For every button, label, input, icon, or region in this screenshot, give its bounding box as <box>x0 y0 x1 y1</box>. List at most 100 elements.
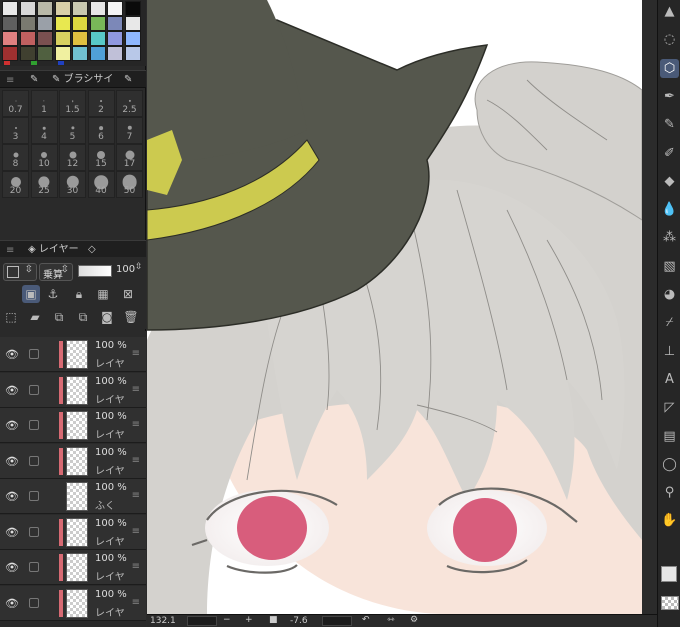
brush-size-cell[interactable]: 30 <box>59 171 86 198</box>
chevron-updown-icon[interactable]: ⇳ <box>135 262 143 272</box>
color-swatch[interactable] <box>37 1 53 16</box>
color-swatch[interactable] <box>19 16 36 31</box>
color-swatch[interactable] <box>54 16 71 31</box>
layer-checkbox[interactable] <box>29 491 39 501</box>
grip-icon[interactable]: ≡ <box>6 75 14 86</box>
zoom-in-icon[interactable]: + <box>245 615 253 625</box>
brush-size-cell[interactable]: 25 <box>30 171 58 198</box>
flip-icon[interactable]: ⇿ <box>387 615 395 625</box>
eye-icon[interactable]: 👁︎ <box>5 419 19 432</box>
layer-row[interactable]: 👁︎ 100 % レイヤ ≡ <box>0 337 146 372</box>
gradient-icon[interactable]: ▧ <box>660 257 679 276</box>
color-swatch[interactable] <box>107 1 123 16</box>
eyedropper-icon[interactable]: ⌿ <box>660 313 679 332</box>
eye-icon[interactable]: 👁︎ <box>5 490 19 503</box>
color-swatch[interactable] <box>107 16 123 31</box>
brush-size-cell[interactable]: 40 <box>87 171 115 198</box>
brush-size-cell[interactable]: 6 <box>87 117 115 144</box>
brush-size-cell[interactable]: 50 <box>116 171 143 198</box>
color-swatch[interactable] <box>54 46 71 61</box>
blend-mode-select[interactable]: 乗算 ⇳ <box>39 263 73 281</box>
eye-icon[interactable]: 👁︎ <box>5 561 19 574</box>
rotation-value[interactable]: -7.6 <box>290 616 308 626</box>
mask-icon[interactable]: ⊠ <box>119 285 137 303</box>
pencil-icon[interactable]: ✎ <box>660 115 679 134</box>
brush-icon[interactable]: ✐ <box>660 144 679 163</box>
color-swatch[interactable] <box>124 46 141 61</box>
color-swatch[interactable] <box>37 16 53 31</box>
brush-size-cell[interactable]: 10 <box>30 144 58 171</box>
layer-checkbox[interactable] <box>29 384 39 395</box>
color-swatch[interactable] <box>19 46 36 61</box>
brush-size-cell[interactable]: 5 <box>59 117 86 144</box>
eye-icon[interactable]: 👁︎ <box>5 597 19 610</box>
trash-icon[interactable]: 🗑︎ <box>122 308 140 326</box>
brush-size-cell[interactable]: 1.5 <box>59 90 86 117</box>
brush-size-cell[interactable]: 4 <box>30 117 58 144</box>
clip-to-layer-icon[interactable]: ▣ <box>22 285 40 303</box>
color-swatch[interactable] <box>37 31 53 46</box>
layer-checkbox[interactable] <box>29 597 39 608</box>
layer-menu-icon[interactable]: ≡ <box>132 384 140 395</box>
color-swatch[interactable] <box>72 31 88 46</box>
layer-checkbox[interactable] <box>29 526 39 537</box>
panel-menu-icon[interactable]: ✎ <box>124 72 132 88</box>
eye-icon[interactable]: 👁︎ <box>5 526 19 539</box>
balloon-icon[interactable]: ◯ <box>660 455 679 474</box>
canvas[interactable] <box>147 0 642 614</box>
layer-menu-icon[interactable]: ≡ <box>132 455 140 466</box>
fit-icon[interactable]: ■ <box>269 615 278 625</box>
reference-layer-icon[interactable]: ⚓ <box>44 285 62 303</box>
color-swatch[interactable] <box>54 1 71 16</box>
grip-icon[interactable]: ≡ <box>6 245 14 256</box>
layer-menu-icon[interactable]: ≡ <box>132 419 140 430</box>
layer-menu-icon[interactable]: ≡ <box>132 526 140 537</box>
cursor-icon[interactable]: ▲ <box>660 2 679 21</box>
layer-row[interactable]: 👁︎ 100 % ふく ≡ <box>0 479 146 514</box>
new-folder-icon[interactable]: ▰ <box>26 308 44 326</box>
brush-size-cell[interactable]: 15 <box>87 144 115 171</box>
color-swatch[interactable] <box>89 46 106 61</box>
layer-checkbox[interactable] <box>29 455 39 466</box>
color-swatch[interactable] <box>72 16 88 31</box>
zoom-slider[interactable] <box>187 616 217 626</box>
color-swatch[interactable] <box>2 16 18 31</box>
layer-property-tab-icon[interactable]: ◇ <box>88 242 96 258</box>
settings-icon[interactable]: ⚙ <box>410 615 418 625</box>
color-swatch[interactable] <box>89 31 106 46</box>
layer-menu-icon[interactable]: ≡ <box>132 597 140 608</box>
hand-icon[interactable]: ✋ <box>660 511 679 530</box>
brush-size-cell[interactable]: 17 <box>116 144 143 171</box>
layer-row[interactable]: 👁︎ 100 % レイヤ ≡ <box>0 443 146 479</box>
drop-icon[interactable]: 💧 <box>660 200 679 219</box>
eye-icon[interactable]: 👁︎ <box>5 348 19 361</box>
brush-size-cell[interactable]: 8 <box>2 144 29 171</box>
brush-size-cell[interactable]: 2 <box>87 90 115 117</box>
brush-size-cell[interactable]: 3 <box>2 117 29 144</box>
layer-checkbox[interactable] <box>29 420 39 430</box>
color-swatch[interactable] <box>37 46 53 61</box>
color-swatch[interactable] <box>19 1 36 16</box>
layer-row[interactable]: 👁︎ 100 % レイヤ ≡ <box>0 550 146 585</box>
color-swatch[interactable] <box>107 31 123 46</box>
layer-checkbox[interactable] <box>29 562 39 572</box>
color-swatch[interactable] <box>124 1 141 16</box>
lasso-icon[interactable]: ◌ <box>660 30 679 49</box>
brush-size-cell[interactable]: 20 <box>2 171 29 198</box>
color-swatch[interactable] <box>124 16 141 31</box>
tab-brush-size[interactable]: ✎ ブラシサイ <box>52 72 113 88</box>
lock-transparency-icon[interactable]: ▦ <box>94 285 112 303</box>
color-swatch[interactable] <box>72 46 88 61</box>
layer-row[interactable]: 👁︎ 100 % レイヤ ≡ <box>0 514 146 550</box>
layer-type-select[interactable]: ⇳ <box>3 263 37 281</box>
3d-cube-icon[interactable]: ⬡ <box>660 58 679 78</box>
color-swatch[interactable] <box>54 31 71 46</box>
color-swatch[interactable] <box>89 16 106 31</box>
layer-checkbox[interactable] <box>29 349 39 359</box>
merge-down-icon[interactable]: ⧉ <box>74 308 92 326</box>
brush-size-cell[interactable]: 7 <box>116 117 143 144</box>
color-swatch[interactable] <box>2 31 18 46</box>
layer-menu-icon[interactable]: ≡ <box>132 490 140 501</box>
layer-menu-icon[interactable]: ≡ <box>132 561 140 572</box>
brush-size-cell[interactable]: 12 <box>59 144 86 171</box>
